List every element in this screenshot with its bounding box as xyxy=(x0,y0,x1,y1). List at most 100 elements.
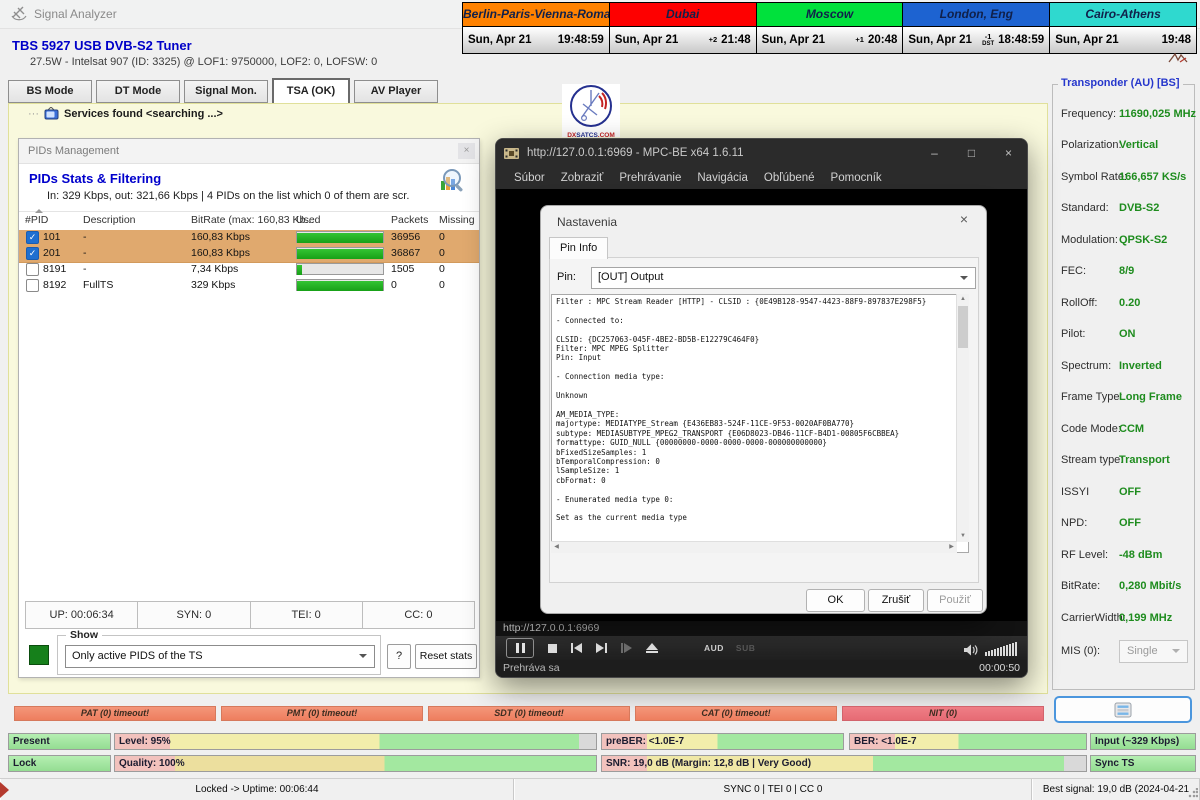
apply-button[interactable]: Použiť xyxy=(927,589,983,612)
pin-select-value: [OUT] Output xyxy=(598,271,663,283)
cancel-button[interactable]: Zrušiť xyxy=(868,589,924,612)
tab-av-player[interactable]: AV Player xyxy=(354,80,438,103)
clock-utc-offset: +2 xyxy=(709,36,718,44)
menu-help[interactable]: Pomocník xyxy=(823,172,890,184)
tuner-name: TBS 5927 USB DVB-S2 Tuner xyxy=(12,38,192,53)
scroll-up-icon[interactable]: ▲ xyxy=(957,294,969,305)
param-value: 166,657 KS/s xyxy=(1119,171,1186,183)
show-label: Show xyxy=(66,629,102,641)
scroll-down-icon[interactable]: ▼ xyxy=(957,531,969,542)
param-value: Long Frame xyxy=(1119,391,1182,403)
menu-favorites[interactable]: Obľúbené xyxy=(756,172,823,184)
help-button[interactable]: ? xyxy=(387,644,411,669)
pid-packets: 36956 xyxy=(391,231,420,243)
snr-bar: SNR: 19,0 dB (Margin: 12,8 dB | Very Goo… xyxy=(601,755,1087,772)
menu-view[interactable]: Zobraziť xyxy=(553,172,612,184)
resize-grip[interactable] xyxy=(1188,788,1198,798)
scroll-right-icon[interactable]: ▶ xyxy=(946,542,957,553)
reset-stats-button[interactable]: Reset stats xyxy=(415,644,477,669)
volume-slider[interactable] xyxy=(956,641,1017,656)
subtitle-track-label[interactable]: SUB xyxy=(736,643,755,653)
scrollbar-thumb[interactable] xyxy=(958,306,968,348)
clock-date: Sun, Apr 21 xyxy=(1055,34,1118,46)
scroll-left-icon[interactable]: ◀ xyxy=(551,542,562,553)
pid-value: 101 xyxy=(43,231,61,243)
pid-value: 8192 xyxy=(43,279,66,291)
param-label: Symbol Rate: xyxy=(1061,171,1127,183)
clock-city-label: London, Eng xyxy=(903,3,1049,27)
signal-analyzer-screen: Signal Analyzer Berlin-Paris-Vienna-Roma… xyxy=(0,0,1200,800)
vertical-scrollbar[interactable]: ▲ ▼ xyxy=(956,294,969,542)
pid-value: 201 xyxy=(43,247,61,259)
param-value: 0.20 xyxy=(1119,297,1140,309)
dialog-title: Nastavenia xyxy=(557,215,617,229)
services-tree-item[interactable]: ··· Services found <searching ...> xyxy=(28,107,223,120)
mpc-titlebar[interactable]: http://127.0.0.1:6969 - MPC-BE x64 1.6.1… xyxy=(496,139,1027,167)
transponder-rows: Frequency:11690,025 MHz Polarization:Ver… xyxy=(1053,98,1194,634)
column-description[interactable]: Description xyxy=(83,214,136,226)
services-label: Services found <searching ...> xyxy=(64,108,223,120)
chevron-down-icon xyxy=(359,654,367,658)
pid-table-row[interactable]: ✓ 201 - 160,83 Kbps 36867 0 xyxy=(19,246,479,263)
menu-navigation[interactable]: Navigácia xyxy=(689,172,756,184)
param-value: ON xyxy=(1119,328,1136,340)
pids-table-header: #PID Description BitRate (max: 160,83 Kb… xyxy=(19,211,479,231)
previous-button[interactable] xyxy=(571,643,582,653)
checkbox-unchecked-icon[interactable] xyxy=(26,263,39,276)
stop-button[interactable] xyxy=(548,644,557,653)
clock-time: 19:48:59 xyxy=(558,34,604,46)
show-filter-select[interactable]: Only active PIDS of the TS xyxy=(65,645,375,668)
next-button[interactable] xyxy=(596,643,607,653)
playback-time: 00:00:50 xyxy=(979,660,1020,677)
film-icon xyxy=(504,147,519,160)
param-value: OFF xyxy=(1119,486,1141,498)
checkbox-checked-icon[interactable]: ✓ xyxy=(26,231,39,244)
menu-playback[interactable]: Prehrávanie xyxy=(611,172,689,184)
menu-file[interactable]: Súbor xyxy=(506,172,553,184)
pids-window-titlebar[interactable]: PIDs Management xyxy=(19,139,479,164)
close-icon[interactable]: × xyxy=(458,143,475,159)
param-label: RF Level: xyxy=(1061,549,1108,561)
tab-bs-mode[interactable]: BS Mode xyxy=(8,80,92,103)
tei-counter: TEI: 0 xyxy=(251,602,363,628)
minimize-icon[interactable]: – xyxy=(916,139,953,167)
checkbox-unchecked-icon[interactable] xyxy=(26,279,39,292)
param-value: OFF xyxy=(1119,517,1141,529)
eject-button[interactable] xyxy=(646,643,658,653)
pin-select[interactable]: [OUT] Output xyxy=(591,267,976,289)
speaker-icon[interactable] xyxy=(964,644,978,656)
column-missing[interactable]: Missing xyxy=(439,214,475,226)
audio-track-label[interactable]: AUD xyxy=(704,643,724,653)
tab-tsa[interactable]: TSA (OK) xyxy=(272,78,350,104)
ok-button[interactable]: OK xyxy=(806,589,865,612)
tab-dt-mode[interactable]: DT Mode xyxy=(96,80,180,103)
close-icon[interactable]: × xyxy=(954,211,974,227)
pin-info-text[interactable]: Filter : MPC Stream Reader [HTTP] - CLSI… xyxy=(551,294,969,553)
device-button[interactable] xyxy=(1054,696,1192,723)
used-bar-fill xyxy=(297,265,302,275)
column-packets[interactable]: Packets xyxy=(391,214,428,226)
mis-select[interactable]: Single xyxy=(1119,640,1188,663)
param-label: Stream type: xyxy=(1061,454,1123,466)
tab-signal-mon[interactable]: Signal Mon. xyxy=(184,80,268,103)
pause-button[interactable] xyxy=(506,638,534,658)
tab-pin-info[interactable]: Pin Info xyxy=(549,237,608,259)
column-pid[interactable]: #PID xyxy=(25,214,48,226)
pid-bitrate: 329 Kbps xyxy=(191,279,235,291)
cat-status-bar: CAT (0) timeout! xyxy=(635,706,837,721)
satellite-dish-icon xyxy=(10,4,28,22)
step-forward-button[interactable] xyxy=(621,643,632,653)
maximize-icon[interactable]: □ xyxy=(953,139,990,167)
pid-table-row[interactable]: 8192 FullTS 329 Kbps 0 0 xyxy=(19,278,479,294)
checkbox-checked-icon[interactable]: ✓ xyxy=(26,247,39,260)
uptime-counter: UP: 00:06:34 xyxy=(26,602,138,628)
pid-table-row[interactable]: ✓ 101 - 160,83 Kbps 36956 0 xyxy=(19,230,479,247)
pids-stats-line: In: 329 Kbps, out: 321,66 Kbps | 4 PIDs … xyxy=(47,190,409,202)
close-icon[interactable]: × xyxy=(990,139,1027,167)
column-used[interactable]: Used xyxy=(296,214,321,226)
clock-cairo: Cairo-Athens Sun, Apr 21 19:48 xyxy=(1050,3,1196,53)
horizontal-scrollbar[interactable]: ◀ ▶ xyxy=(551,541,957,553)
pid-description: - xyxy=(83,247,87,259)
param-value: CCM xyxy=(1119,423,1144,435)
pid-table-row[interactable]: 8191 - 7,34 Kbps 1505 0 xyxy=(19,262,479,278)
